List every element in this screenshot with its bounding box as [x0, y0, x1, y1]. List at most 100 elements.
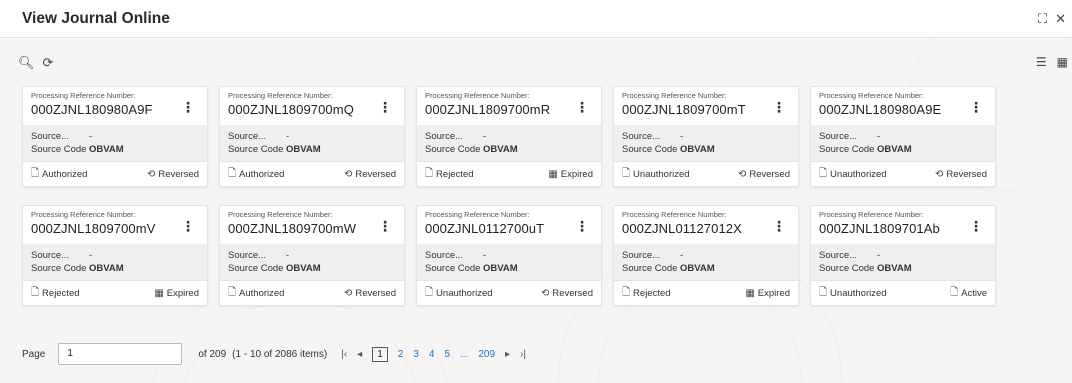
rejected-document-icon: 🗋: [425, 168, 434, 179]
search-icon[interactable]: 🔍︎: [18, 55, 35, 71]
card-status: 🗋 Rejected ▦ Expired: [614, 280, 798, 306]
close-icon[interactable]: ✕: [1055, 11, 1066, 27]
record-status: Reversed: [552, 288, 593, 299]
source-code-label: Source Code: [622, 144, 678, 155]
record-status: Expired: [166, 288, 199, 299]
auth-status: Unauthorized: [436, 288, 493, 299]
card-grid: Processing Reference Number: 000ZJNL1809…: [22, 86, 996, 306]
journal-card[interactable]: Processing Reference Number: 000ZJNL1809…: [810, 205, 996, 306]
journal-card[interactable]: Processing Reference Number: 000ZJNL0112…: [416, 205, 602, 306]
source-label: Source...: [425, 250, 464, 261]
card-details: Source... - Source Code OBVAM: [23, 125, 207, 161]
document-icon: 🗋: [228, 287, 237, 298]
card-status: 🗋 Authorized ⟲ Reversed: [23, 161, 207, 187]
auth-status: Unauthorized: [830, 169, 887, 180]
reverse-icon: ⟲: [146, 169, 156, 180]
card-header: Processing Reference Number: 000ZJNL0112…: [614, 206, 798, 244]
kebab-menu-icon[interactable]: ⋮: [378, 218, 392, 235]
source-code-label: Source Code: [228, 144, 284, 155]
prev-page-icon[interactable]: ◂: [357, 349, 362, 360]
kebab-menu-icon[interactable]: ⋮: [181, 99, 195, 116]
source-label: Source...: [819, 131, 858, 142]
source-code-label: Source Code: [31, 144, 87, 155]
last-page-icon[interactable]: ›|: [520, 349, 526, 360]
source-code-label: Source Code: [228, 263, 284, 274]
journal-card[interactable]: Processing Reference Number: 000ZJNL1809…: [613, 86, 799, 187]
auth-status: Rejected: [436, 169, 474, 180]
record-status: Reversed: [946, 169, 987, 180]
page-link[interactable]: 5: [444, 349, 450, 360]
kebab-menu-icon[interactable]: ⋮: [181, 218, 195, 235]
page-number-input[interactable]: 1: [58, 343, 183, 365]
prn-value: 000ZJNL1809700mQ: [228, 102, 354, 117]
journal-card[interactable]: Processing Reference Number: 000ZJNL0112…: [613, 205, 799, 306]
refresh-icon[interactable]: ⟳: [43, 55, 54, 71]
next-page-icon[interactable]: ▸: [505, 349, 510, 360]
reverse-icon: ⟲: [540, 288, 550, 299]
first-page-icon[interactable]: |‹: [341, 349, 347, 360]
source-code-value: OBVAM: [680, 263, 715, 274]
list-view-icon[interactable]: ☰: [1036, 55, 1047, 69]
document-icon: 🗋: [425, 287, 434, 298]
calendar-icon: ▦: [154, 288, 164, 299]
card-status: 🗋 Unauthorized ⟲ Reversed: [614, 161, 798, 187]
journal-card[interactable]: Processing Reference Number: 000ZJNL1809…: [22, 205, 208, 306]
page-link[interactable]: 1: [372, 346, 388, 362]
prn-label: Processing Reference Number:: [622, 91, 727, 100]
kebab-menu-icon[interactable]: ⋮: [772, 218, 786, 235]
kebab-menu-icon[interactable]: ⋮: [575, 99, 589, 116]
journal-card[interactable]: Processing Reference Number: 000ZJNL1809…: [416, 86, 602, 187]
maximize-icon[interactable]: ⛶: [1038, 11, 1047, 27]
card-status: 🗋 Authorized ⟲ Reversed: [220, 280, 404, 306]
view-controls: ☰ ▦: [1036, 55, 1068, 69]
kebab-menu-icon[interactable]: ⋮: [575, 218, 589, 235]
source-label: Source...: [31, 131, 70, 142]
source-label: Source...: [622, 250, 661, 261]
kebab-menu-icon[interactable]: ⋮: [772, 99, 786, 116]
source-value: -: [877, 131, 881, 142]
card-details: Source... - Source Code OBVAM: [417, 125, 601, 161]
card-header: Processing Reference Number: 000ZJNL1809…: [811, 87, 995, 125]
page-link[interactable]: 209: [478, 349, 495, 360]
card-header: Processing Reference Number: 000ZJNL1809…: [23, 206, 207, 244]
record-status: Active: [961, 288, 987, 299]
reverse-icon: ⟲: [737, 169, 747, 180]
card-details: Source... - Source Code OBVAM: [220, 125, 404, 161]
prn-value: 000ZJNL1809700mV: [31, 221, 156, 236]
record-status: Expired: [560, 169, 593, 180]
journal-card[interactable]: Processing Reference Number: 000ZJNL1809…: [219, 86, 405, 187]
pagination: Page 1 of 209 (1 - 10 of 2086 items) |‹ …: [22, 343, 526, 365]
page-ellipsis: ...: [460, 348, 469, 360]
auth-status: Authorized: [239, 169, 285, 180]
kebab-menu-icon[interactable]: ⋮: [969, 99, 983, 116]
record-status: Reversed: [749, 169, 790, 180]
prn-value: 000ZJNL1809701Ab: [819, 221, 940, 236]
kebab-menu-icon[interactable]: ⋮: [378, 99, 392, 116]
source-value: -: [483, 250, 487, 261]
reverse-icon: ⟲: [343, 288, 353, 299]
kebab-menu-icon[interactable]: ⋮: [969, 218, 983, 235]
reverse-icon: ⟲: [934, 169, 944, 180]
page-link[interactable]: 3: [413, 349, 419, 360]
source-code-value: OBVAM: [89, 263, 124, 274]
page-link[interactable]: 2: [398, 349, 404, 360]
journal-card[interactable]: Processing Reference Number: 000ZJNL1809…: [22, 86, 208, 187]
source-label: Source...: [622, 131, 661, 142]
rejected-document-icon: 🗋: [31, 287, 40, 298]
source-value: -: [483, 131, 487, 142]
record-status: Reversed: [355, 169, 396, 180]
page-link[interactable]: 4: [429, 349, 435, 360]
card-header: Processing Reference Number: 000ZJNL1809…: [614, 87, 798, 125]
prn-label: Processing Reference Number:: [622, 210, 727, 219]
journal-card[interactable]: Processing Reference Number: 000ZJNL1809…: [810, 86, 996, 187]
card-header: Processing Reference Number: 000ZJNL1809…: [417, 87, 601, 125]
document-icon: 🗋: [622, 168, 631, 179]
card-header: Processing Reference Number: 000ZJNL0112…: [417, 206, 601, 244]
grid-view-icon[interactable]: ▦: [1057, 55, 1068, 69]
calendar-icon: ▦: [548, 169, 558, 180]
source-code-label: Source Code: [31, 263, 87, 274]
journal-card[interactable]: Processing Reference Number: 000ZJNL1809…: [219, 205, 405, 306]
source-code-label: Source Code: [819, 144, 875, 155]
source-label: Source...: [228, 131, 267, 142]
card-status: 🗋 Rejected ▦ Expired: [417, 161, 601, 187]
